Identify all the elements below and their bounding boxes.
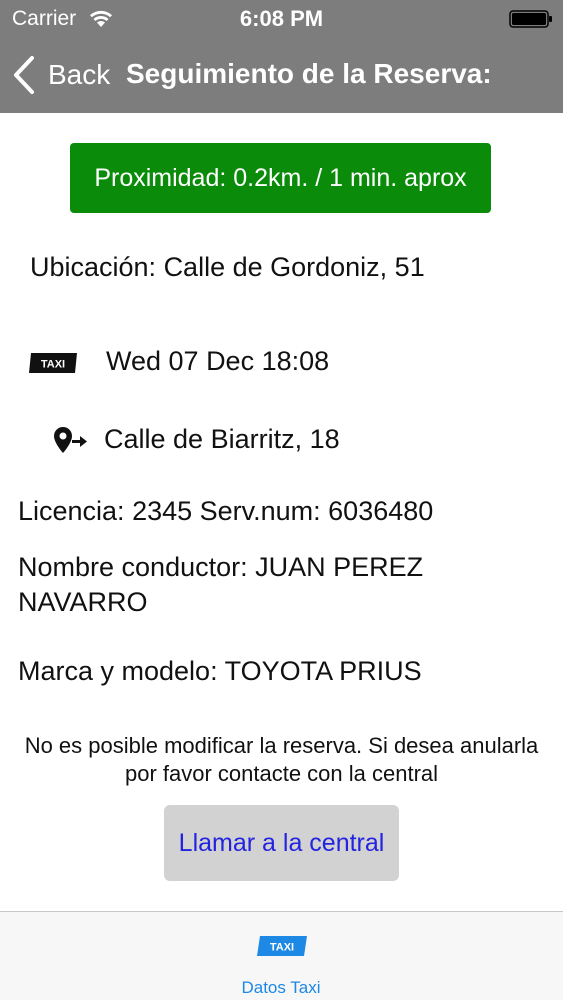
taxi-icon: TAXI xyxy=(29,353,77,373)
destination-address: Calle de Biarritz, 18 xyxy=(104,424,340,454)
battery-icon xyxy=(509,10,552,28)
destination-pin-icon xyxy=(54,427,87,453)
tab-datos-taxi[interactable]: TAXI Datos Taxi xyxy=(206,912,356,1000)
tab-bar: TAXI Datos Taxi xyxy=(0,911,563,1000)
call-center-button[interactable]: Llamar a la central xyxy=(164,805,399,881)
taxi-badge-icon: TAXI xyxy=(257,936,307,956)
tab-taxi-icon-text: TAXI xyxy=(270,942,294,954)
back-label: Back xyxy=(48,59,111,90)
back-button[interactable]: Back xyxy=(12,52,110,98)
chevron-left-icon xyxy=(14,56,34,94)
page-title: Seguimiento de la Reserva: xyxy=(126,58,492,89)
cancellation-notice: No es posible modificar la reserva. Si d… xyxy=(24,733,539,786)
tab-label: Datos Taxi xyxy=(241,978,321,997)
taxi-icon-text: TAXI xyxy=(41,359,65,371)
status-time: 6:08 PM xyxy=(239,6,324,31)
licence-service-number: Licencia: 2345 Serv.num: 6036480 xyxy=(18,496,434,526)
driver-name: Nombre conductor: JUAN PEREZ NAVARRO xyxy=(18,552,424,617)
top-bar: Carrier 6:08 PM Back Seguimiento de la R… xyxy=(0,0,563,113)
pickup-location: Ubicación: Calle de Gordoniz, 51 xyxy=(30,252,425,282)
vehicle-model: Marca y modelo: TOYOTA PRIUS xyxy=(18,656,422,686)
status-bar: Carrier 6:08 PM xyxy=(0,0,563,38)
proximity-banner: Proximidad: 0.2km. / 1 min. aprox xyxy=(70,143,491,213)
navigation-bar: Back Seguimiento de la Reserva: xyxy=(0,38,563,113)
pickup-datetime: Wed 07 Dec 18:08 xyxy=(106,346,330,376)
